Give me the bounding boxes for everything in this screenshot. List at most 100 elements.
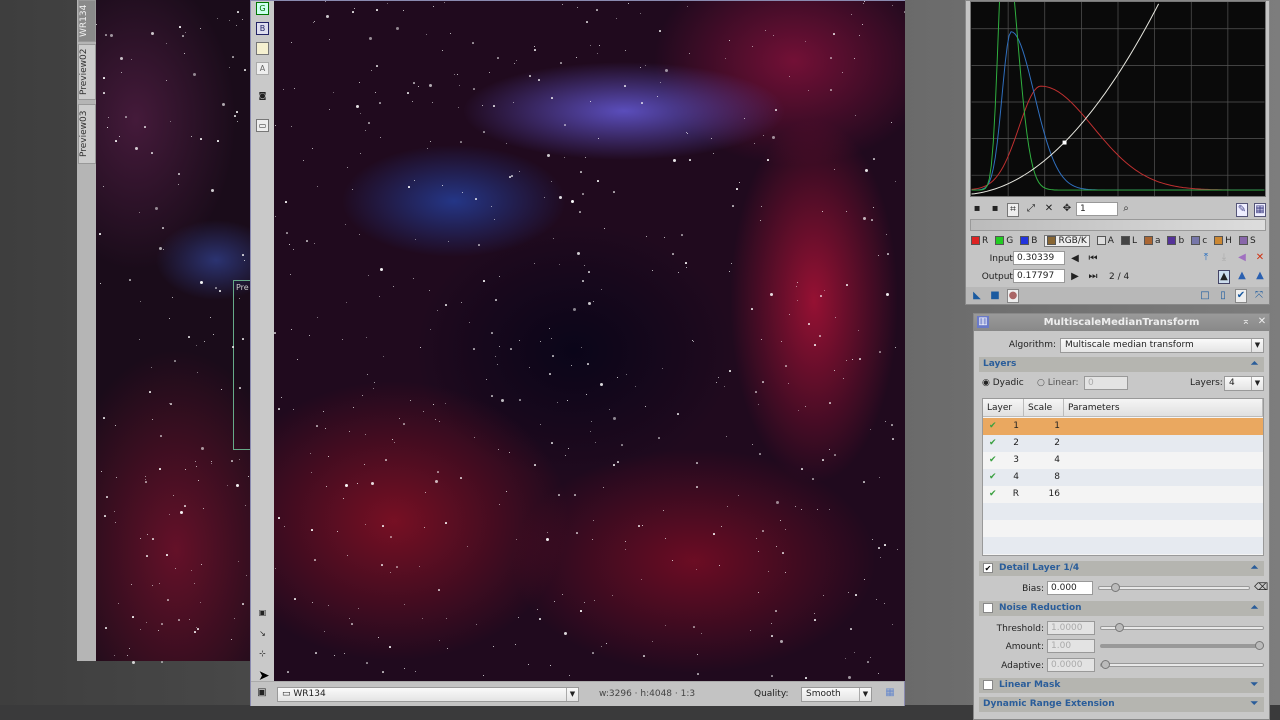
output-field[interactable]: 0.17797 xyxy=(1013,269,1065,283)
table-row[interactable]: ✔ 4 8 xyxy=(983,469,1263,486)
first-point-icon[interactable]: ⏮ xyxy=(1087,253,1099,265)
new-window-icon[interactable]: ▭ xyxy=(256,119,269,132)
pointer-icon[interactable]: ▪ xyxy=(971,203,983,215)
slider-handle[interactable] xyxy=(1111,583,1120,592)
search-icon[interactable]: ⌕ xyxy=(1120,203,1132,215)
zoom-arrow-icon[interactable]: ↘ xyxy=(256,628,269,641)
interpolation-linear-icon[interactable]: ▲ xyxy=(1254,270,1266,282)
channel-s[interactable]: S xyxy=(1238,236,1256,246)
channel-b[interactable]: B xyxy=(1020,236,1037,246)
tab-preview02[interactable]: Preview02 xyxy=(78,44,96,100)
reverse-icon[interactable]: ◀ xyxy=(1236,252,1248,264)
amount-field[interactable]: 1.00 xyxy=(1047,639,1095,653)
shade-icon[interactable]: ⌅ xyxy=(1240,316,1252,328)
green-channel-button[interactable]: G xyxy=(256,2,269,15)
quality-select[interactable]: Smooth ▼ xyxy=(801,687,872,702)
channel-h[interactable]: H xyxy=(1214,236,1232,246)
col-scale[interactable]: Scale xyxy=(1024,399,1064,417)
table-row[interactable]: ✔ R 16 xyxy=(983,486,1263,503)
check-icon[interactable]: ✔ xyxy=(989,452,997,469)
table-row[interactable]: ✔ 2 2 xyxy=(983,435,1263,452)
bias-slider[interactable] xyxy=(1098,583,1250,592)
move-icon[interactable]: ✥ xyxy=(1061,203,1073,215)
channel-r[interactable]: R xyxy=(971,236,988,246)
slider-handle[interactable] xyxy=(1255,641,1264,650)
rgb-channel-button[interactable] xyxy=(256,42,269,55)
save-icon[interactable]: ▯ xyxy=(1217,290,1229,302)
layers-select[interactable]: 4 ▼ xyxy=(1224,376,1264,391)
main-image[interactable] xyxy=(274,1,905,681)
readout-icon[interactable]: ▣ xyxy=(256,687,268,699)
detail-checkbox[interactable]: ✔ xyxy=(983,562,993,573)
linear-spinbox[interactable]: 0 xyxy=(1084,376,1128,390)
check-icon[interactable]: ✔ xyxy=(989,418,997,435)
tab-preview03[interactable]: Preview03 xyxy=(78,104,96,164)
pointer-alt-icon[interactable]: ▪ xyxy=(989,203,1001,215)
dre-section-header[interactable]: Dynamic Range Extension ⏷ xyxy=(979,697,1264,712)
apply-global-icon[interactable]: ■ xyxy=(989,290,1001,302)
grid-icon[interactable]: ▦ xyxy=(1254,203,1266,217)
pin-top-icon[interactable]: ⤒ xyxy=(1200,252,1212,264)
layers-section-header[interactable]: Layers ⏶ xyxy=(979,357,1264,372)
interpolation-akima-icon[interactable]: ▲ xyxy=(1218,270,1230,284)
slider-handle[interactable] xyxy=(1115,623,1124,632)
shrink-icon[interactable]: ✕ xyxy=(1043,203,1055,215)
table-row[interactable]: ✔ 3 4 xyxy=(983,452,1263,469)
real-time-preview-icon[interactable]: ● xyxy=(1007,289,1019,303)
linear-radio[interactable]: ○ Linear: xyxy=(1037,378,1079,388)
adaptive-slider[interactable] xyxy=(1100,660,1264,669)
fit-view-icon[interactable]: ▣ xyxy=(256,607,269,620)
algorithm-select[interactable]: Multiscale median transform ▼ xyxy=(1060,338,1264,353)
close-icon[interactable]: ✕ xyxy=(1256,316,1268,328)
zoom-fit-icon[interactable]: ⌗ xyxy=(1007,203,1019,217)
noise-checkbox[interactable] xyxy=(983,602,993,613)
linear-mask-section-header[interactable]: Linear Mask ⏷ xyxy=(979,678,1264,693)
prev-point-icon[interactable]: ◀ xyxy=(1069,253,1081,265)
new-instance-icon[interactable]: ◣ xyxy=(971,290,983,302)
camera-icon[interactable]: ◙ xyxy=(256,90,269,103)
browse-docs-icon[interactable]: □ xyxy=(1199,290,1211,302)
bias-field[interactable]: 0.000 xyxy=(1047,581,1093,595)
amount-slider[interactable] xyxy=(1100,641,1264,650)
blue-channel-button[interactable]: B xyxy=(256,22,269,35)
channel-l[interactable]: L xyxy=(1120,236,1137,246)
alpha-channel-button[interactable]: A xyxy=(256,62,269,75)
interpolation-cubic-icon[interactable]: ▲ xyxy=(1236,270,1248,282)
view-selector[interactable]: ▭ WR134 ▼ xyxy=(277,687,579,702)
input-field[interactable]: 0.30339 xyxy=(1013,251,1065,265)
check-icon[interactable]: ✔ xyxy=(989,486,997,503)
channel-rgb-k[interactable]: RGB/K xyxy=(1044,235,1090,247)
col-layer[interactable]: Layer xyxy=(983,399,1024,417)
check-icon[interactable]: ✔ xyxy=(989,469,997,486)
delete-icon[interactable]: ✕ xyxy=(1254,252,1266,264)
image-window-back[interactable]: WR134 Preview02 Preview03 Pre xyxy=(77,0,254,664)
col-parameters[interactable]: Parameters xyxy=(1064,399,1263,417)
channel-b[interactable]: b xyxy=(1167,236,1184,246)
zoom-spinbox[interactable]: 1 xyxy=(1076,202,1118,216)
channel-c[interactable]: c xyxy=(1191,236,1207,246)
curves-histogram[interactable] xyxy=(970,1,1266,197)
detail-layer-section-header[interactable]: ✔ Detail Layer 1/4 ⏶ xyxy=(979,561,1264,576)
pin-bottom-icon[interactable]: ⤓ xyxy=(1218,252,1230,264)
noise-reduction-section-header[interactable]: Noise Reduction ⏶ xyxy=(979,601,1264,616)
threshold-field[interactable]: 1.0000 xyxy=(1047,621,1095,635)
check-icon[interactable]: ✔ xyxy=(989,435,997,452)
slider-handle[interactable] xyxy=(1101,660,1110,669)
dyadic-radio[interactable]: ◉ Dyadic xyxy=(982,378,1024,388)
linear-mask-checkbox[interactable] xyxy=(983,679,993,690)
image-window-main[interactable]: G B A ◙ ▭ ▣ ↘ ⊹ ▣ ▭ WR134 ▼ w:3296 · h:40… xyxy=(250,0,905,706)
tab-wr134[interactable]: WR134 xyxy=(78,0,96,42)
channel-a[interactable]: a xyxy=(1143,236,1160,246)
threshold-slider[interactable] xyxy=(1100,623,1264,632)
next-point-icon[interactable]: ▶ xyxy=(1069,271,1081,283)
reset-icon[interactable]: ⤧ xyxy=(1253,290,1265,302)
adaptive-field[interactable]: 0.0000 xyxy=(1047,658,1095,672)
apply-check-icon[interactable]: ✔ xyxy=(1235,289,1247,303)
channel-a[interactable]: A xyxy=(1096,236,1114,246)
last-point-icon[interactable]: ⏭ xyxy=(1087,271,1099,283)
expand-icon[interactable]: ⤢ xyxy=(1025,203,1037,215)
channel-g[interactable]: G xyxy=(995,236,1013,246)
pan-icon[interactable]: ⊹ xyxy=(256,648,269,661)
edit-icon[interactable]: ✎ xyxy=(1236,203,1248,217)
view-mode-icon[interactable]: ▦ xyxy=(884,687,896,699)
